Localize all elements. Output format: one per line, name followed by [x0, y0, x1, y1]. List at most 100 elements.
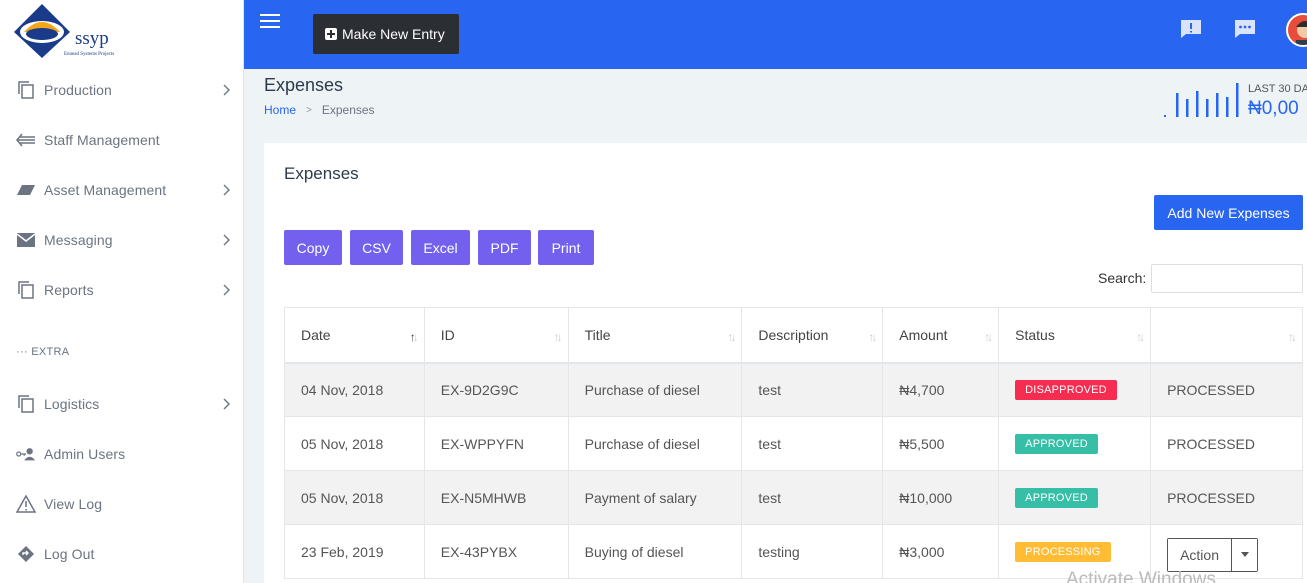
alert-chat-icon[interactable] — [1180, 19, 1202, 39]
action-dropdown: Action — [1167, 537, 1258, 572]
column-header-id[interactable]: ID ↑↓ — [423, 307, 569, 364]
stats-value: ₦0,00 — [1248, 98, 1299, 119]
parallelogram-icon — [16, 180, 36, 200]
column-header-description[interactable]: Description ↑↓ — [741, 307, 884, 364]
sidebar-section-extra: ··· EXTRA — [16, 346, 70, 358]
sidebar-item-label: Staff Management — [44, 132, 160, 148]
chevron-right-icon — [223, 83, 231, 101]
avatar[interactable] — [1286, 13, 1307, 47]
sidebar-item-staff-management[interactable]: Staff Management — [0, 120, 244, 160]
copy-icon — [16, 394, 36, 414]
pdf-button[interactable]: PDF — [478, 230, 531, 265]
cell-amount: ₦3,000 — [882, 524, 1000, 579]
status-badge: PROCESSING — [1015, 541, 1111, 562]
cell-action: PROCESSED — [1150, 416, 1303, 471]
cell-action: PROCESSED — [1150, 470, 1303, 525]
cell-date: 05 Nov, 2018 — [284, 416, 425, 471]
sidebar-item-label: Messaging — [44, 232, 113, 248]
status-badge: APPROVED — [1015, 433, 1098, 454]
breadcrumb: Home > Expenses — [264, 103, 375, 117]
user-key-icon — [16, 444, 36, 464]
cell-title: Payment of salary — [567, 470, 743, 525]
chevron-down-icon[interactable] — [1231, 538, 1257, 571]
sidebar-item-production[interactable]: Production — [0, 70, 244, 110]
stats-label: LAST 30 DA — [1248, 83, 1307, 95]
menu-icon[interactable] — [260, 14, 282, 32]
cell-description: testing — [741, 524, 884, 579]
sidebar-item-view-log[interactable]: View Log — [0, 484, 244, 524]
cell-id: EX-N5MHWB — [423, 470, 569, 525]
table-header-row: Date ↑↓ ID ↑↓ Title ↑↓ Description ↑↓ Amount… — [284, 307, 1303, 364]
sidebar-item-label: Reports — [44, 282, 94, 298]
column-header-label: Amount — [899, 326, 948, 343]
excel-button[interactable]: Excel — [411, 230, 470, 265]
arrow-list-icon — [16, 130, 36, 150]
cell-title: Buying of diesel — [567, 524, 743, 579]
sidebar-item-asset-management[interactable]: Asset Management — [0, 170, 244, 210]
add-new-expenses-button[interactable]: Add New Expenses — [1154, 195, 1303, 230]
windows-activation-watermark: Activate Windows — [1066, 569, 1216, 583]
column-header-title[interactable]: Title ↑↓ — [567, 307, 743, 364]
logo-text: ssyp — [75, 28, 109, 49]
cell-status: DISAPPROVED — [998, 362, 1152, 417]
sidebar-item-log-out[interactable]: Log Out — [0, 534, 244, 574]
cell-status: APPROVED — [998, 416, 1152, 471]
plus-square-icon — [325, 28, 337, 40]
action-button[interactable]: Action — [1168, 538, 1231, 571]
table-row: 05 Nov, 2018 EX-WPPYFN Purchase of diese… — [284, 416, 1303, 471]
column-header-action[interactable]: ↑↓ — [1150, 307, 1303, 364]
card-title: Expenses — [284, 164, 359, 183]
sidebar-item-logistics[interactable]: Logistics — [0, 384, 244, 424]
chevron-right-icon — [223, 183, 231, 201]
column-header-label: ID — [440, 326, 455, 343]
copy-button[interactable]: Copy — [284, 230, 342, 265]
page-title: Expenses — [264, 75, 344, 95]
column-header-label: Date — [301, 326, 331, 343]
sidebar-item-label: Log Out — [44, 546, 95, 562]
make-new-entry-label: Make New Entry — [342, 26, 445, 42]
column-header-date[interactable]: Date ↑↓ — [284, 307, 425, 364]
diamond-arrow-icon — [16, 544, 36, 564]
cell-title: Purchase of diesel — [567, 416, 743, 471]
cell-description: test — [741, 362, 884, 417]
breadcrumb-home-link[interactable]: Home — [264, 103, 296, 117]
sort-icon: ↑↓ — [1136, 330, 1145, 344]
column-header-amount[interactable]: Amount ↑↓ — [882, 307, 1000, 364]
print-button[interactable]: Print — [538, 230, 594, 265]
copy-icon — [16, 280, 36, 300]
sidebar-item-label: Asset Management — [44, 182, 167, 198]
sidebar-item-messaging[interactable]: Messaging — [0, 220, 244, 260]
company-logo[interactable]: ssyp Ennead Systems Projects — [12, 2, 122, 60]
sidebar: ssyp Ennead Systems Projects Production … — [0, 0, 244, 583]
cell-description: test — [741, 416, 884, 471]
cell-id: EX-WPPYFN — [423, 416, 569, 471]
envelope-icon — [16, 230, 36, 250]
status-badge: APPROVED — [1015, 487, 1098, 508]
chevron-right-icon — [223, 233, 231, 251]
message-icon[interactable] — [1234, 19, 1256, 39]
sort-icon: ↑↓ — [553, 330, 563, 344]
cell-status: APPROVED — [998, 470, 1152, 525]
sort-icon: ↑↓ — [727, 330, 736, 344]
sort-asc-icon: ↑↓ — [409, 330, 419, 344]
search-label: Search: — [1098, 270, 1147, 286]
cell-date: 05 Nov, 2018 — [284, 470, 425, 525]
warning-icon — [16, 494, 36, 514]
csv-button[interactable]: CSV — [350, 230, 403, 265]
make-new-entry-button[interactable]: Make New Entry — [313, 14, 459, 54]
column-header-status[interactable]: Status ↑↓ — [998, 307, 1152, 364]
chevron-right-icon: > — [306, 104, 312, 116]
copy-icon — [16, 80, 36, 100]
table-row: 04 Nov, 2018 EX-9D2G9C Purchase of diese… — [284, 362, 1303, 417]
cell-title: Purchase of diesel — [567, 362, 743, 417]
search-input[interactable] — [1151, 264, 1303, 293]
cell-amount: ₦4,700 — [882, 362, 1000, 417]
cell-action: PROCESSED — [1150, 362, 1303, 417]
sidebar-item-admin-users[interactable]: Admin Users — [0, 434, 244, 474]
column-header-label: Status — [1015, 326, 1055, 343]
cell-id: EX-43PYBX — [423, 524, 569, 579]
sidebar-item-reports[interactable]: Reports — [0, 270, 244, 310]
chevron-right-icon — [223, 283, 231, 301]
sidebar-item-label: Production — [44, 82, 112, 98]
breadcrumb-current: Expenses — [321, 103, 375, 117]
